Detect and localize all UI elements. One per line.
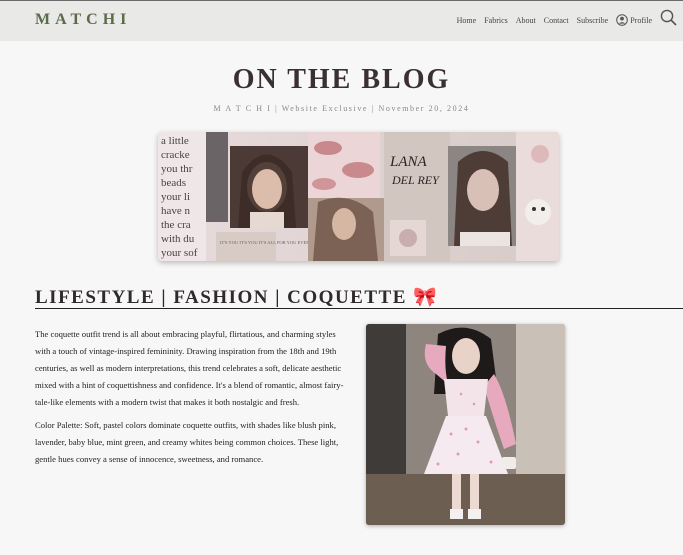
poem-line: your li <box>161 191 190 203</box>
section-divider <box>35 308 683 309</box>
banner-logo-line1: LANA <box>389 154 428 170</box>
page-title: ON THE BLOG <box>232 64 451 95</box>
section-heading: LIFESTYLE | FASHION | COQUETTE 🎀 <box>35 285 438 309</box>
poem-line: a little <box>161 135 189 147</box>
main-nav: Home Fabrics About Contact Subscribe Pro… <box>449 9 677 31</box>
nav-contact[interactable]: Contact <box>544 16 569 25</box>
poem-line: the cra <box>161 219 191 231</box>
nav-about[interactable]: About <box>516 16 536 25</box>
profile-label: Profile <box>630 15 652 25</box>
article-body: The coquette outfit trend is all about e… <box>35 326 351 474</box>
article-paragraph: The coquette outfit trend is all about e… <box>35 329 344 407</box>
poem-line: cracke <box>161 149 190 161</box>
brand-logo[interactable]: MATCHI <box>35 11 131 29</box>
user-circle-icon <box>616 14 629 26</box>
search-button[interactable] <box>660 9 677 31</box>
post-meta: M A T C H I | Website Exclusive | Novemb… <box>213 104 470 113</box>
poem-line: beads <box>161 177 186 189</box>
ribbon-emoji-icon: 🎀 <box>413 287 439 308</box>
nav-home[interactable]: Home <box>457 16 477 25</box>
poem-line: with du <box>161 233 195 245</box>
article-paragraph: Color Palette: Soft, pastel colors domin… <box>35 420 339 464</box>
section-heading-text: LIFESTYLE | FASHION | COQUETTE <box>35 287 407 308</box>
poem-line: have n <box>161 205 191 217</box>
nav-fabrics[interactable]: Fabrics <box>484 16 508 25</box>
outfit-photo <box>366 324 565 525</box>
site-header: MATCHI Home Fabrics About Contact Subscr… <box>0 1 683 41</box>
search-icon <box>660 9 677 26</box>
poem-line: you thr <box>161 163 193 175</box>
banner-logo-line2: DEL REY <box>391 173 440 187</box>
poem-line: your sof <box>161 247 198 259</box>
banner-collage-image: a little cracke you thr beads your li ha… <box>158 132 559 261</box>
profile-link[interactable]: Profile <box>616 14 652 26</box>
nav-subscribe[interactable]: Subscribe <box>577 16 609 25</box>
